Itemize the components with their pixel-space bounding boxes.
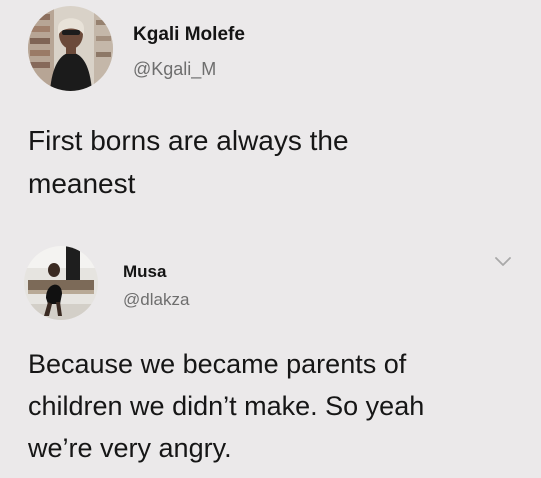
tweet-reply: Musa @dlakza Because we became parents o… <box>0 230 541 478</box>
reply-text: Because we became parents of children we… <box>28 343 518 469</box>
avatar-photo <box>24 246 98 320</box>
avatar-musa[interactable] <box>24 246 98 320</box>
tweet-text-line: meanest <box>28 168 136 199</box>
reply-text-line: we’re very angry. <box>28 433 232 463</box>
tweet-text-line: First borns are always the <box>28 125 349 156</box>
avatar-photo <box>28 6 113 91</box>
reply-text-line: children we didn’t make. So yeah <box>28 391 425 421</box>
tweet-original: Kgali Molefe @Kgali_M First borns are al… <box>0 0 541 230</box>
reply-text-line: Because we became parents of <box>28 349 407 379</box>
reply-author-handle[interactable]: @dlakza <box>123 290 189 310</box>
author-handle[interactable]: @Kgali_M <box>133 59 216 80</box>
tweet-text: First borns are always the meanest <box>28 119 468 205</box>
author-name[interactable]: Kgali Molefe <box>133 24 245 46</box>
reply-author-name[interactable]: Musa <box>123 262 166 282</box>
chevron-down-icon[interactable] <box>492 252 514 270</box>
avatar-kgali-molefe[interactable] <box>28 6 113 91</box>
